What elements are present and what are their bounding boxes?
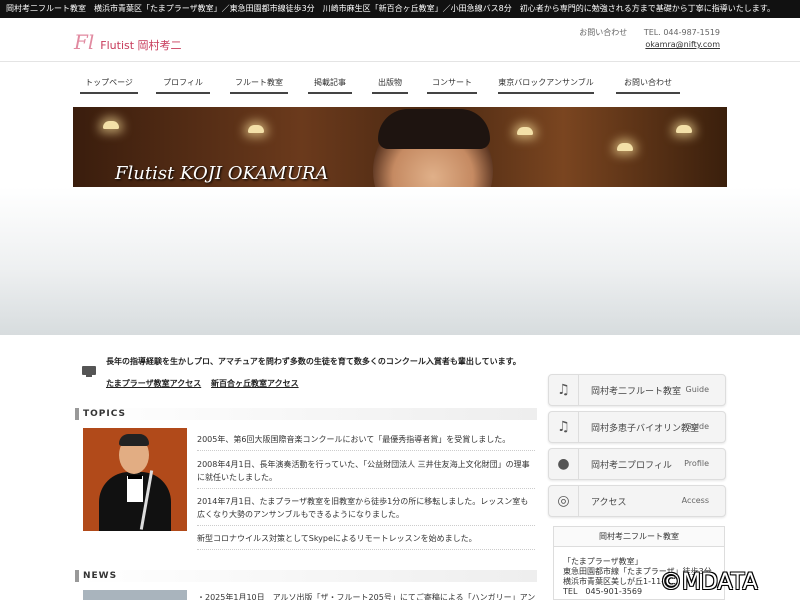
nav-item-profile[interactable]: プロフィル bbox=[156, 76, 210, 94]
intro-text: 長年の指導経験を生かしプロ、アマチュアを問わず多数の生徒を育て数多くのコンクール… bbox=[106, 357, 521, 366]
sidebar-button-sub: Guide bbox=[685, 422, 710, 431]
shinyurigaoka-access-link[interactable]: 新百合ヶ丘教室アクセス bbox=[211, 378, 299, 389]
info-box-title: 岡村考二フルート教室 bbox=[554, 527, 724, 547]
nav-item-articles[interactable]: 掲載記事 bbox=[308, 76, 352, 94]
hero-portrait-hair bbox=[378, 109, 490, 149]
nav-item-contact[interactable]: お問い合わせ bbox=[616, 76, 680, 94]
sidebar-button-sub: Guide bbox=[685, 385, 710, 394]
global-nav: トップページ プロフィル フルート教室 掲載記事 出版物 コンサート 東京バロッ… bbox=[80, 76, 730, 96]
news-heading: NEWS bbox=[75, 570, 537, 582]
hero-title: Flutist KOJI OKAMURA bbox=[115, 163, 329, 184]
header-contact: お問い合わせ TEL. 044-987-1519 okamra@nifty.co… bbox=[579, 27, 720, 49]
sidebar-button-label: アクセス bbox=[591, 498, 627, 508]
tamaplaza-access-link[interactable]: たまプラーザ教室アクセス bbox=[106, 378, 201, 389]
info-line: 「たまプラーザ教室」 bbox=[563, 557, 643, 566]
watermark-text: ©MDATA bbox=[660, 570, 758, 595]
topic-item: 2014年7月1日、たまプラーザ教室を旧教室から徒歩1分の所に移転しました。レッ… bbox=[197, 495, 535, 526]
music-icon: ♫ bbox=[549, 375, 579, 405]
sidebar-button-label: 岡村考二フルート教室 bbox=[591, 387, 682, 397]
sidebar-button-label: 岡村多恵子バイオリン教室 bbox=[591, 424, 700, 434]
topic-item: 2005年、第6回大阪国際音楽コンクールにおいて「最優秀指導者賞」を受賞しました… bbox=[197, 433, 535, 451]
lamp-icon bbox=[517, 127, 533, 135]
nav-item-concerts[interactable]: コンサート bbox=[427, 76, 477, 94]
nav-item-top[interactable]: トップページ bbox=[80, 76, 138, 94]
lamp-icon bbox=[617, 143, 633, 151]
top-info-bar: 岡村考二フルート教室 横浜市青葉区「たまプラーザ教室」／東急田園都市線徒歩3分 … bbox=[0, 0, 800, 18]
contact-label: お問い合わせ bbox=[579, 28, 628, 37]
hero-banner: Flutist KOJI OKAMURA bbox=[73, 107, 727, 187]
nav-item-publications[interactable]: 出版物 bbox=[372, 76, 408, 94]
nav-item-flute-class[interactable]: フルート教室 bbox=[230, 76, 288, 94]
sidebar-button-sub: Access bbox=[681, 496, 709, 505]
tel-number: TEL. 044-987-1519 bbox=[643, 28, 720, 37]
person-icon: ● bbox=[549, 449, 579, 479]
logo-mark: Fl bbox=[74, 30, 95, 54]
topic-item: 新型コロナウイルス対策としてSkypeによるリモートレッスンを始めました。 bbox=[197, 532, 535, 550]
sidebar-access-button[interactable]: ◎ アクセス Access bbox=[548, 485, 726, 517]
hero-fade-background bbox=[0, 187, 800, 335]
lamp-icon bbox=[676, 125, 692, 133]
site-logo[interactable]: Fl Flutist 岡村考二 bbox=[74, 30, 182, 54]
logo-text: Flutist 岡村考二 bbox=[100, 39, 182, 52]
compass-icon: ◎ bbox=[549, 486, 579, 516]
topic-item: 2008年4月1日、長年演奏活動を行っていた、「公益財団法人 三井住友海上文化財… bbox=[197, 458, 535, 489]
nav-item-baroque-ensemble[interactable]: 東京バロックアンサンブル bbox=[498, 76, 594, 94]
news-item[interactable]: ・2025年1月10日 アルソ出版「ザ・フルート205号」にてご寄稿による「ハン… bbox=[197, 592, 535, 600]
email-link[interactable]: okamra@nifty.com bbox=[645, 40, 720, 49]
lamp-icon bbox=[103, 121, 119, 129]
lamp-icon bbox=[248, 125, 264, 133]
sidebar-profile-button[interactable]: ● 岡村考二プロフィル Profile bbox=[548, 448, 726, 480]
sidebar-flute-class-button[interactable]: ♫ 岡村考二フルート教室 Guide bbox=[548, 374, 726, 406]
sidebar-violin-class-button[interactable]: ♫ 岡村多恵子バイオリン教室 Guide bbox=[548, 411, 726, 443]
monitor-icon bbox=[82, 366, 96, 377]
news-photo bbox=[83, 590, 187, 600]
site-header: Fl Flutist 岡村考二 お問い合わせ TEL. 044-987-1519… bbox=[0, 18, 800, 62]
topics-photo bbox=[83, 428, 187, 531]
music-icon: ♫ bbox=[549, 412, 579, 442]
sidebar-button-sub: Profile bbox=[684, 459, 709, 468]
topics-heading: TOPICS bbox=[75, 408, 537, 420]
sidebar-button-label: 岡村考二プロフィル bbox=[591, 461, 672, 471]
